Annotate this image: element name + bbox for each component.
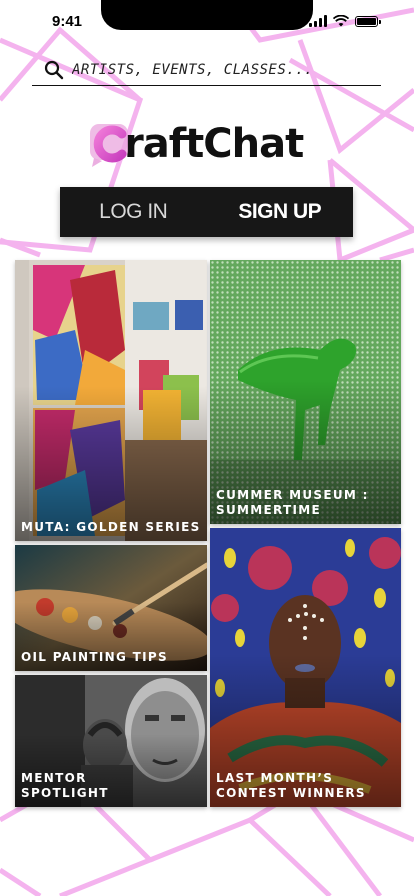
tile-contest-winners[interactable]: LAST MONTH’S CONTEST WINNERS [210,528,401,807]
tile-muta-golden-series[interactable]: MUTA: GOLDEN SERIES [15,260,207,541]
tile-cummer-museum[interactable]: CUMMER MUSEUM : SUMMERTIME [210,260,401,524]
tile-caption: MUTA: GOLDEN SERIES [21,520,201,534]
wifi-icon [333,15,349,27]
craftchat-logo: raftChat [88,118,304,170]
cellular-signal-icon [309,15,327,27]
search-bar[interactable] [32,54,381,86]
search-input[interactable] [72,61,352,78]
tile-caption: CUMMER MUSEUM : SUMMERTIME [216,488,369,517]
battery-icon [355,15,381,27]
tile-caption: OIL PAINTING TIPS [21,650,168,664]
tile-caption: MENTOR SPOTLIGHT [21,771,109,800]
status-bar: 9:41 [0,0,414,44]
device-notch [101,0,313,30]
search-icon[interactable] [42,58,66,82]
logo-c-icon [90,124,128,167]
sign-up-button[interactable]: SIGN UP [207,187,354,237]
logo-text: raftChat [124,121,304,167]
tile-mentor-spotlight[interactable]: MENTOR SPOTLIGHT [15,675,207,807]
tile-oil-painting-tips[interactable]: OIL PAINTING TIPS [15,545,207,671]
auth-bar: LOG IN SIGN UP [60,187,353,237]
status-time: 9:41 [52,13,83,30]
tile-caption: LAST MONTH’S CONTEST WINNERS [216,771,366,800]
log-in-button[interactable]: LOG IN [60,187,207,237]
